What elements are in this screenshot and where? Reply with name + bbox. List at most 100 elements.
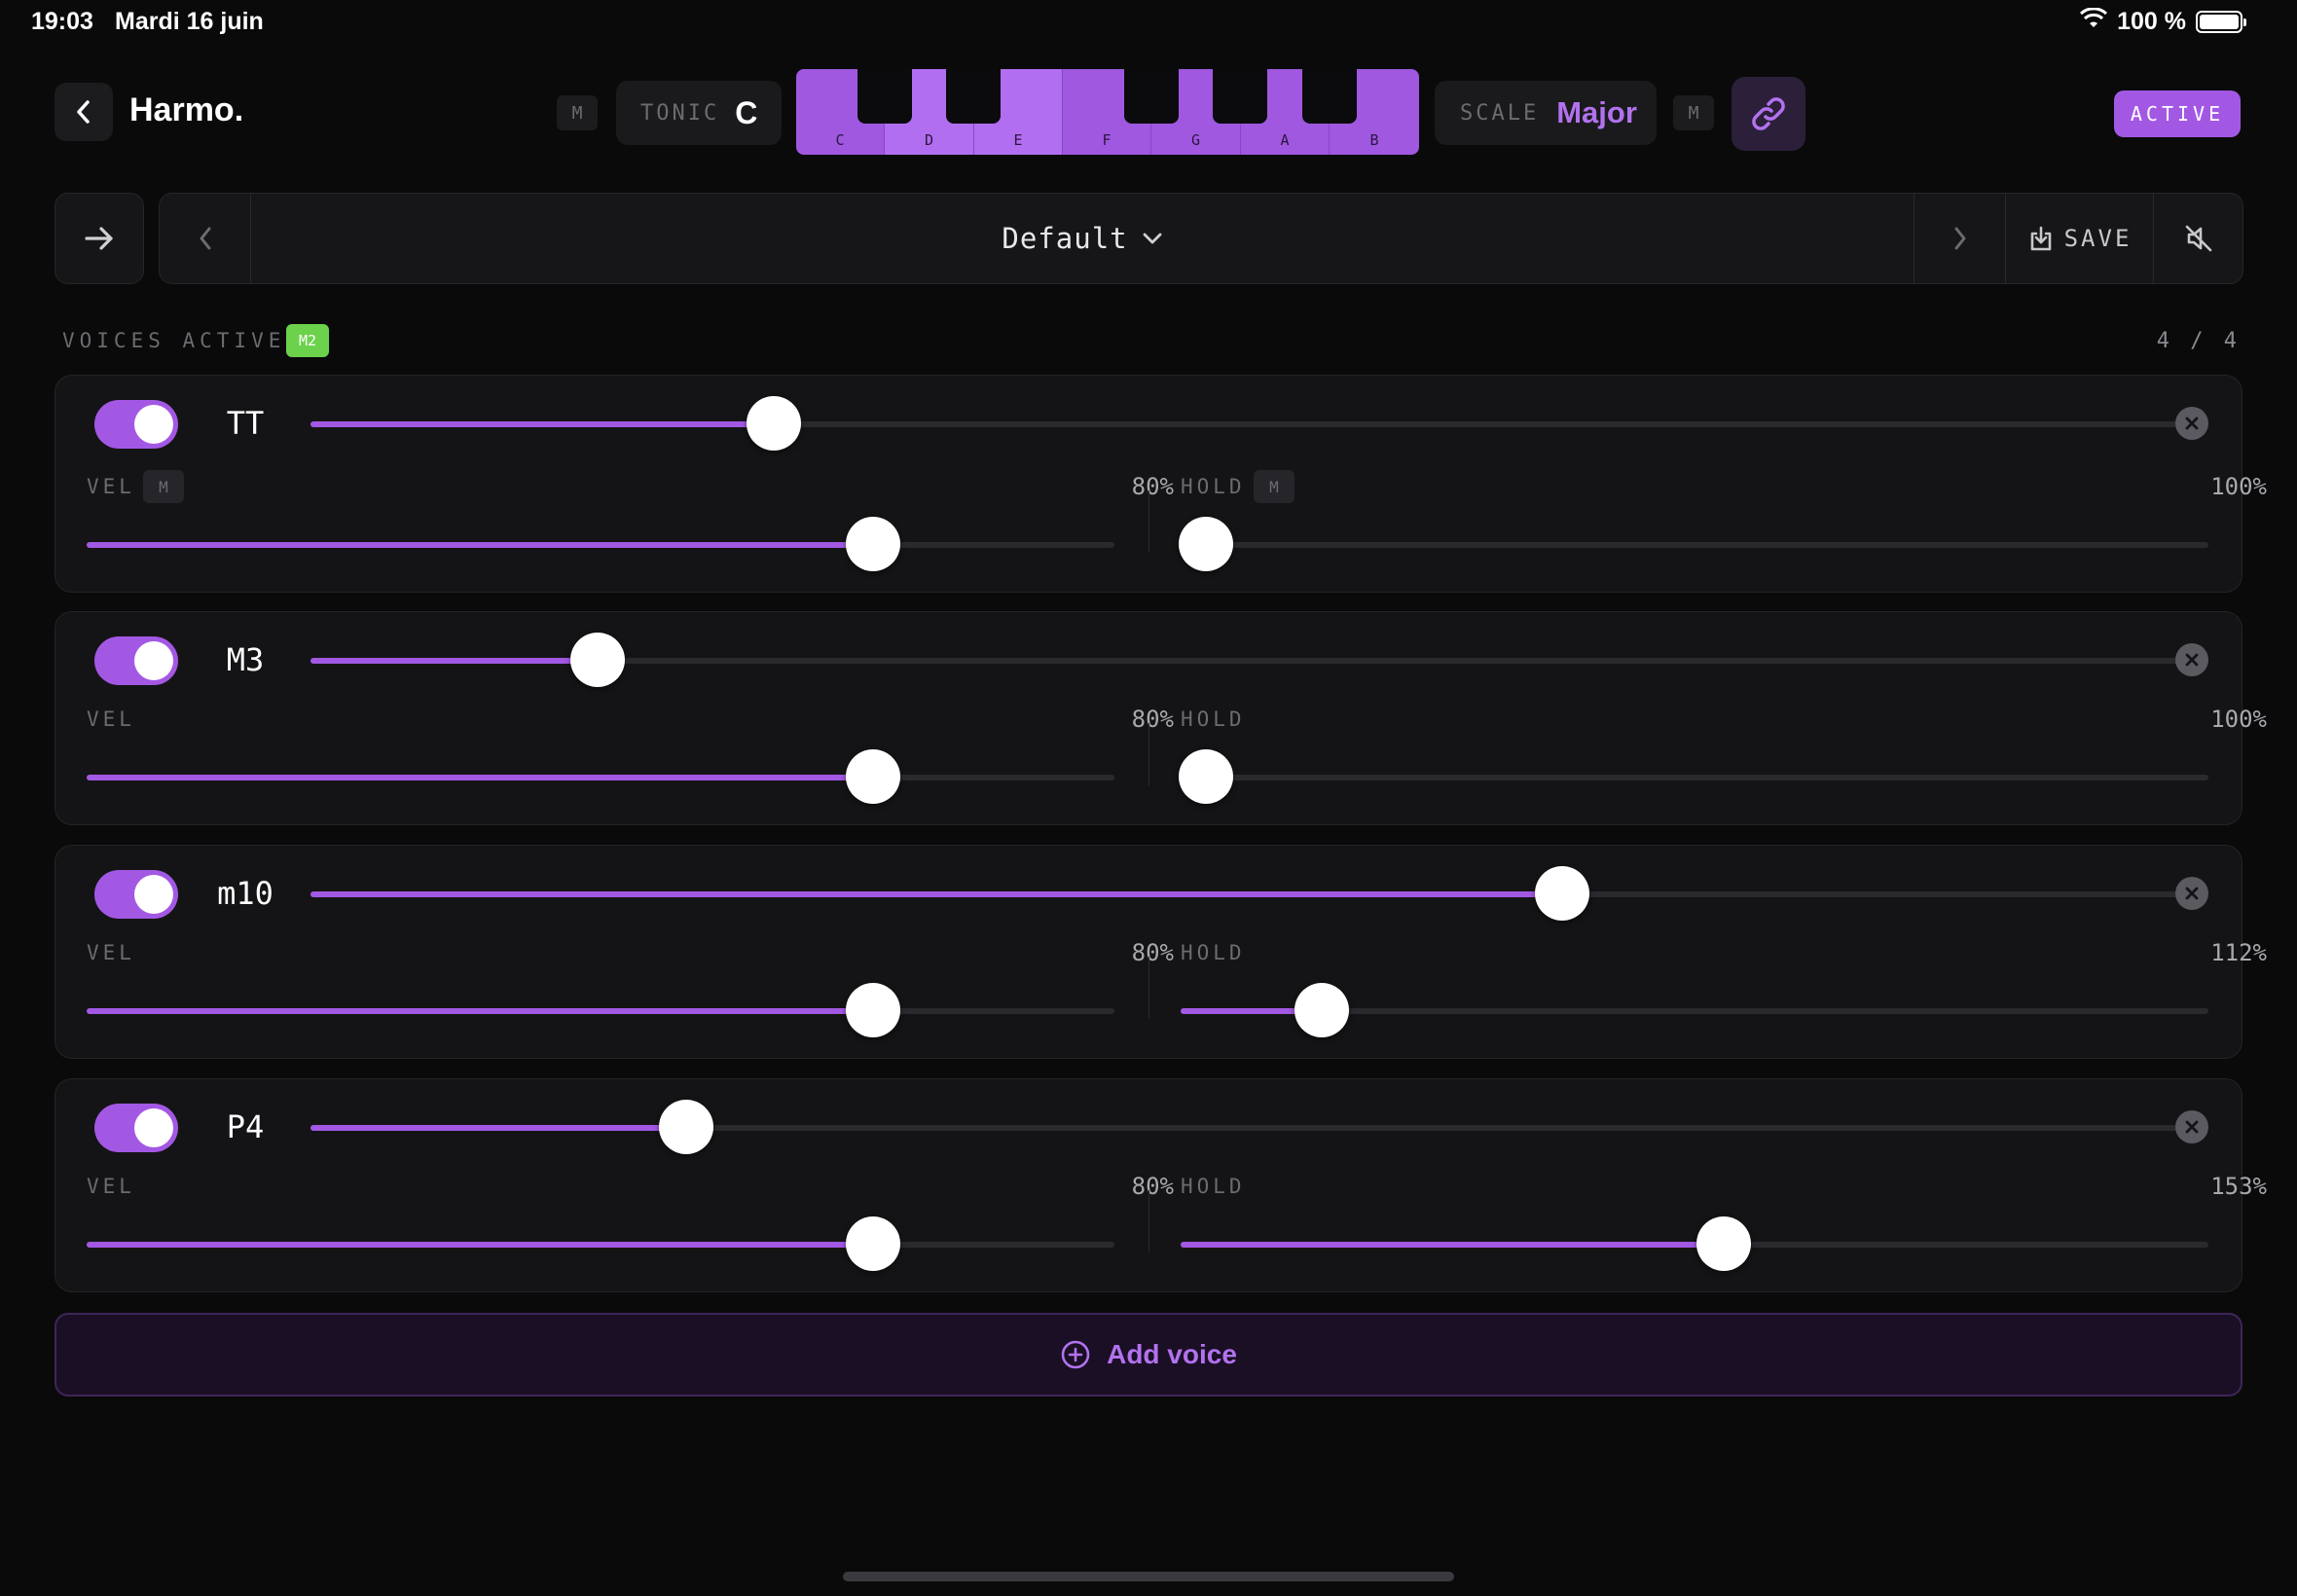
save-label: SAVE xyxy=(2063,225,2133,252)
link-button[interactable] xyxy=(1732,77,1805,151)
battery-icon xyxy=(2196,11,2246,33)
param-divider xyxy=(1148,723,1149,785)
chevron-right-icon xyxy=(1954,227,1965,250)
add-voice-button[interactable]: Add voice xyxy=(55,1313,2242,1396)
key-label: A xyxy=(1280,131,1290,149)
vel-value: 80% xyxy=(1131,1173,1174,1200)
vel-label: VEL xyxy=(87,941,135,964)
voice-name: m10 xyxy=(217,875,273,912)
hold-midi-badge[interactable]: M xyxy=(1254,470,1294,503)
vel-slider-knob[interactable] xyxy=(845,749,900,804)
key-label: D xyxy=(924,131,934,149)
preset-dropdown[interactable]: Default xyxy=(251,194,1914,283)
hold-slider[interactable] xyxy=(1181,1216,2208,1271)
mute-button[interactable] xyxy=(2153,194,2242,283)
speaker-muted-icon xyxy=(2185,225,2211,252)
hold-slider[interactable] xyxy=(1181,983,2208,1037)
vel-slider[interactable] xyxy=(87,1216,1114,1271)
arrow-right-icon xyxy=(85,227,113,250)
voice-name: M3 xyxy=(226,641,265,678)
piano-keyboard[interactable]: C D E F G A B xyxy=(796,69,1419,155)
param-divider xyxy=(1148,490,1149,553)
chevron-left-icon xyxy=(200,227,210,250)
preset-next-button[interactable] xyxy=(1914,194,2005,283)
scale-selector[interactable]: SCALE Major xyxy=(1435,81,1657,145)
interval-slider-knob[interactable] xyxy=(1534,866,1589,921)
toggle-knob xyxy=(134,1108,173,1147)
forward-button[interactable] xyxy=(55,193,144,284)
remove-voice-button[interactable] xyxy=(2175,643,2208,676)
status-right: 100 % xyxy=(2080,7,2246,36)
tonic-selector[interactable]: TONIC C xyxy=(616,81,782,145)
vel-slider-knob[interactable] xyxy=(845,983,900,1037)
key-label: B xyxy=(1369,131,1379,149)
voice-card: P4 VEL 80% HOLD 153% xyxy=(55,1078,2267,1292)
hold-slider[interactable] xyxy=(1179,517,2208,571)
hold-slider[interactable] xyxy=(1179,749,2208,804)
back-button[interactable] xyxy=(55,83,113,141)
param-divider xyxy=(1148,957,1149,1019)
chevron-left-icon xyxy=(77,100,90,124)
vel-label: VEL xyxy=(87,1175,135,1198)
vel-slider[interactable] xyxy=(87,517,1114,571)
chevron-down-icon xyxy=(1143,233,1162,244)
voice-card: m10 VEL 80% HOLD 112% xyxy=(55,845,2267,1059)
vel-slider-knob[interactable] xyxy=(845,1216,900,1271)
tonic-value: C xyxy=(735,94,758,130)
voice-enable-toggle[interactable] xyxy=(94,870,178,919)
black-key-d-sharp[interactable] xyxy=(946,69,1001,124)
black-key-g-sharp[interactable] xyxy=(1213,69,1267,124)
hold-label: HOLD xyxy=(1181,475,1246,498)
voice-enable-toggle[interactable] xyxy=(94,636,178,685)
vel-slider-fill xyxy=(87,1242,873,1248)
voice-name: P4 xyxy=(226,1108,265,1145)
add-voice-label: Add voice xyxy=(1107,1339,1237,1369)
hold-value: 100% xyxy=(2210,706,2267,733)
preset-prev-button[interactable] xyxy=(160,194,251,283)
vel-midi-badge[interactable]: M xyxy=(143,470,184,503)
interval-slider[interactable] xyxy=(310,1100,2201,1154)
vel-label: VEL xyxy=(87,475,135,498)
home-indicator[interactable] xyxy=(843,1572,1454,1581)
scale-value: Major xyxy=(1556,95,1637,129)
vel-label: VEL xyxy=(87,707,135,731)
voice-card: M3 VEL 80% HOLD 100% xyxy=(55,611,2267,825)
black-key-c-sharp[interactable] xyxy=(857,69,912,124)
black-key-f-sharp[interactable] xyxy=(1124,69,1179,124)
remove-voice-button[interactable] xyxy=(2175,407,2208,440)
interval-slider-knob[interactable] xyxy=(659,1100,714,1154)
vel-slider[interactable] xyxy=(87,749,1114,804)
vel-value: 80% xyxy=(1131,939,1174,966)
remove-voice-button[interactable] xyxy=(2175,1110,2208,1143)
hold-slider-knob[interactable] xyxy=(1294,983,1349,1037)
voice-enable-toggle[interactable] xyxy=(94,1104,178,1152)
vel-slider[interactable] xyxy=(87,983,1114,1037)
voices-badge: M2 xyxy=(286,324,329,357)
interval-slider-fill xyxy=(310,421,774,427)
tonic-midi-badge[interactable]: M xyxy=(557,95,598,130)
vel-slider-fill xyxy=(87,542,873,548)
scale-midi-badge[interactable]: M xyxy=(1673,95,1714,130)
status-time: 19:03 xyxy=(31,8,93,35)
vel-slider-knob[interactable] xyxy=(845,517,900,571)
remove-voice-button[interactable] xyxy=(2175,877,2208,910)
app-title: Harmo. xyxy=(129,91,244,128)
interval-slider-knob[interactable] xyxy=(570,633,626,687)
hold-value: 112% xyxy=(2210,939,2267,966)
active-status-button[interactable]: ACTIVE xyxy=(2114,91,2241,137)
interval-slider[interactable] xyxy=(310,633,2201,687)
interval-slider[interactable] xyxy=(310,866,2201,921)
interval-slider-knob[interactable] xyxy=(746,396,801,451)
preset-bar: Default SAVE xyxy=(159,193,2243,284)
hold-slider-knob[interactable] xyxy=(1695,1216,1751,1271)
hold-slider-knob[interactable] xyxy=(1179,517,1234,571)
save-button[interactable]: SAVE xyxy=(2005,194,2153,283)
save-icon xyxy=(2030,226,2051,251)
black-key-a-sharp[interactable] xyxy=(1302,69,1357,124)
interval-slider[interactable] xyxy=(310,396,2201,451)
status-date: Mardi 16 juin xyxy=(115,8,264,35)
hold-slider-knob[interactable] xyxy=(1179,749,1234,804)
voice-enable-toggle[interactable] xyxy=(94,400,178,449)
vel-slider-fill xyxy=(87,1008,873,1014)
tonic-label: TONIC xyxy=(640,100,720,126)
